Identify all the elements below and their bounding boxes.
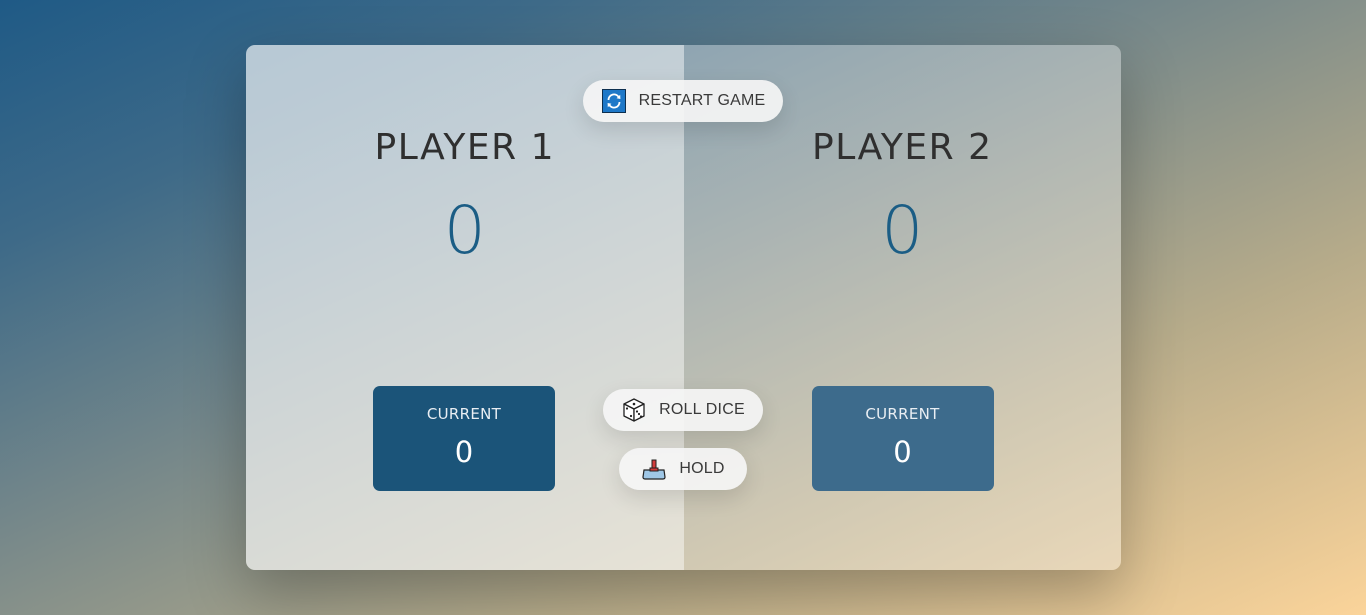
hold-label: HOLD [679,460,725,477]
player-1-panel: PLAYER 1 0 CURRENT 0 [246,45,684,570]
player-2-current-score: 0 [893,435,912,469]
restart-game-button[interactable]: RESTART GAME [583,80,783,122]
player-2-name: PLAYER 2 [811,127,993,168]
hold-icon [641,456,667,482]
hold-button[interactable]: HOLD [619,448,747,490]
player-1-current-score: 0 [454,435,474,469]
player-1-current-label: CURRENT [426,405,502,423]
roll-dice-label: ROLL DICE [659,401,745,418]
dice-icon [621,397,647,423]
player-2-score: 0 [881,192,924,269]
player-1-score: 0 [443,192,486,269]
player-1-current-box: CURRENT 0 [373,386,555,491]
game-board: PLAYER 1 0 CURRENT 0 PLAYER 2 0 CURRENT … [246,45,1121,570]
player-2-panel: PLAYER 2 0 CURRENT 0 [683,45,1121,570]
restart-game-label: RESTART GAME [638,92,766,109]
roll-dice-button[interactable]: ROLL DICE [603,389,763,431]
restart-icon [601,88,627,114]
player-2-current-label: CURRENT [865,405,940,423]
player-1-name: PLAYER 1 [374,127,556,168]
player-2-current-box: CURRENT 0 [811,386,994,491]
